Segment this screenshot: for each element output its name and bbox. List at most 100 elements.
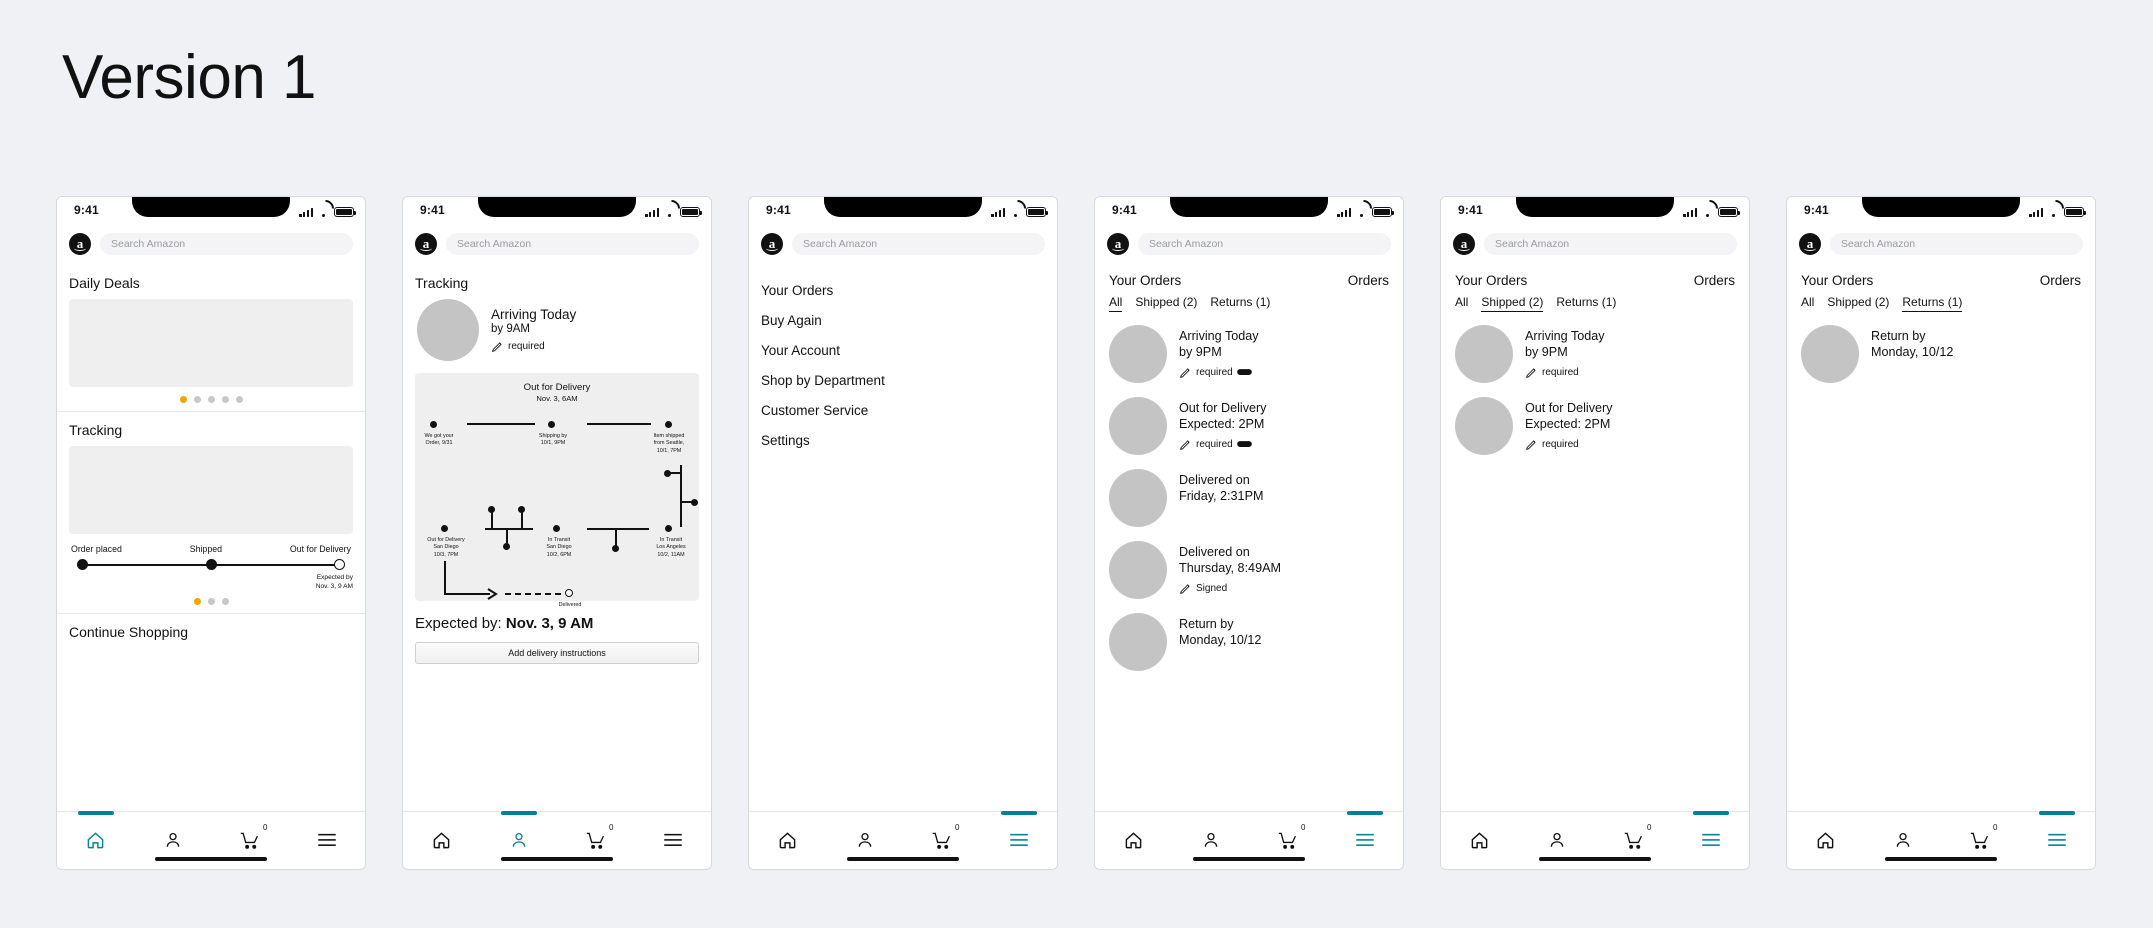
route-segment [587,528,649,530]
nav-home[interactable] [77,811,114,855]
wifi-icon [317,207,330,217]
search-input[interactable]: Search Amazon [446,233,699,255]
amazon-logo-icon[interactable]: a [761,233,783,255]
amazon-logo-icon[interactable]: a [69,233,91,255]
menu-item-customer-service[interactable]: Customer Service [761,395,1045,425]
bottom-nav: 0 [1787,811,2095,869]
delivery-route-map[interactable]: Out for Delivery Nov. 3, 6AM We got your… [415,373,699,608]
nav-home[interactable] [1463,825,1497,855]
order-row[interactable]: Out for Delivery Expected: 2PM required [1095,390,1403,462]
tab-returns[interactable]: Returns (1) [1556,295,1616,312]
nav-account[interactable] [1886,825,1920,855]
search-placeholder: Search Amazon [803,238,878,250]
search-placeholder: Search Amazon [111,238,186,250]
notch [824,197,982,217]
order-thumbnail [1109,325,1167,383]
tab-returns[interactable]: Returns (1) [1210,295,1270,312]
nav-home[interactable] [1809,825,1843,855]
amazon-logo-icon[interactable]: a [415,233,437,255]
search-placeholder: Search Amazon [1495,238,1570,250]
tab-all[interactable]: All [1801,295,1814,312]
nav-account[interactable] [156,825,190,855]
nav-menu[interactable] [1692,811,1729,855]
order-status-line2: by 9PM [1179,344,1222,359]
cart-badge: 0 [1647,823,1652,832]
nav-cart[interactable]: 0 [1963,823,1998,855]
orders-header: Your Orders Orders [1095,265,1403,288]
nav-account[interactable] [848,825,882,855]
nav-cart[interactable]: 0 [925,823,960,855]
search-input[interactable]: Search Amazon [1138,233,1391,255]
menu-item-shop-by-department[interactable]: Shop by Department [761,365,1045,395]
amazon-logo-icon[interactable]: a [1799,233,1821,255]
tab-all[interactable]: All [1109,295,1123,312]
order-row[interactable]: Out for Delivery Expected: 2PM required [1441,390,1749,462]
search-input[interactable]: Search Amazon [1830,233,2083,255]
nav-account[interactable] [500,811,537,855]
wifi-icon [1701,207,1714,217]
nav-menu[interactable] [1346,811,1383,855]
menu-item-your-account[interactable]: Your Account [761,335,1045,365]
face-mask-icon [1236,441,1252,448]
tracking-carousel-dots[interactable] [57,592,365,613]
status-bar: 9:41 [1095,197,1403,227]
tracking-placeholder[interactable] [69,446,353,534]
menu-item-your-orders[interactable]: Your Orders [761,275,1045,305]
cart-icon [1970,832,1989,849]
nav-cart[interactable]: 0 [233,823,268,855]
order-row[interactable]: Return by Monday, 10/12 [1095,606,1403,678]
nav-cart[interactable]: 0 [579,823,614,855]
menu-item-settings[interactable]: Settings [761,425,1045,455]
nav-home[interactable] [771,825,805,855]
order-row[interactable]: Delivered on Thursday, 8:49AM Signed [1095,534,1403,606]
orders-header: Your Orders Orders [1787,265,2095,288]
tab-shipped[interactable]: Shipped (2) [1827,295,1889,312]
nav-home[interactable] [1117,825,1151,855]
amazon-logo-icon[interactable]: a [1453,233,1475,255]
order-status-line1: Delivered on [1179,473,1250,487]
tab-shipped[interactable]: Shipped (2) [1481,295,1544,312]
search-row: a Search Amazon [1441,227,1749,265]
order-row[interactable]: Return by Monday, 10/12 [1787,318,2095,390]
daily-deals-carousel-dots[interactable] [57,387,365,411]
order-status-line2: Friday, 2:31PM [1179,488,1264,503]
order-row[interactable]: Delivered on Friday, 2:31PM [1095,462,1403,534]
nav-menu[interactable] [310,825,344,855]
nav-menu[interactable] [656,825,690,855]
order-row[interactable]: Arriving Today by 9PM required [1441,318,1749,390]
amazon-logo-icon[interactable]: a [1107,233,1129,255]
battery-icon [1026,206,1049,217]
orders-header: Your Orders Orders [1441,265,1749,288]
nav-account[interactable] [1194,825,1228,855]
search-input[interactable]: Search Amazon [1484,233,1737,255]
daily-deals-placeholder[interactable] [69,299,353,387]
cart-badge: 0 [955,823,960,832]
battery-icon [680,206,703,217]
nav-menu[interactable] [1000,811,1037,855]
route-segment [444,561,446,595]
nav-cart[interactable]: 0 [1271,823,1306,855]
tab-all[interactable]: All [1455,295,1468,312]
order-badges: required [1525,438,1612,451]
menu-item-buy-again[interactable]: Buy Again [761,305,1045,335]
tab-shipped[interactable]: Shipped (2) [1135,295,1197,312]
signature-required-row: required [491,340,576,353]
nav-cart[interactable]: 0 [1617,823,1652,855]
cart-icon [1624,832,1643,849]
home-indicator [155,857,267,861]
nav-menu[interactable] [2038,811,2075,855]
tab-returns[interactable]: Returns (1) [1902,295,1963,312]
map-subheading: Nov. 3, 6AM [536,394,578,403]
add-delivery-instructions-button[interactable]: Add delivery instructions [415,642,699,664]
amazon-logo-letter: a [422,235,430,251]
battery-icon [1718,206,1741,217]
order-badge-label: required [1542,366,1579,378]
nav-account[interactable] [1540,825,1574,855]
nav-home[interactable] [425,825,459,855]
search-placeholder: Search Amazon [1149,238,1224,250]
product-avatar[interactable] [417,299,479,361]
order-row[interactable]: Arriving Today by 9PM required [1095,318,1403,390]
tracking-status-line2: by 9AM [491,323,530,335]
search-input[interactable]: Search Amazon [100,233,353,255]
search-input[interactable]: Search Amazon [792,233,1045,255]
